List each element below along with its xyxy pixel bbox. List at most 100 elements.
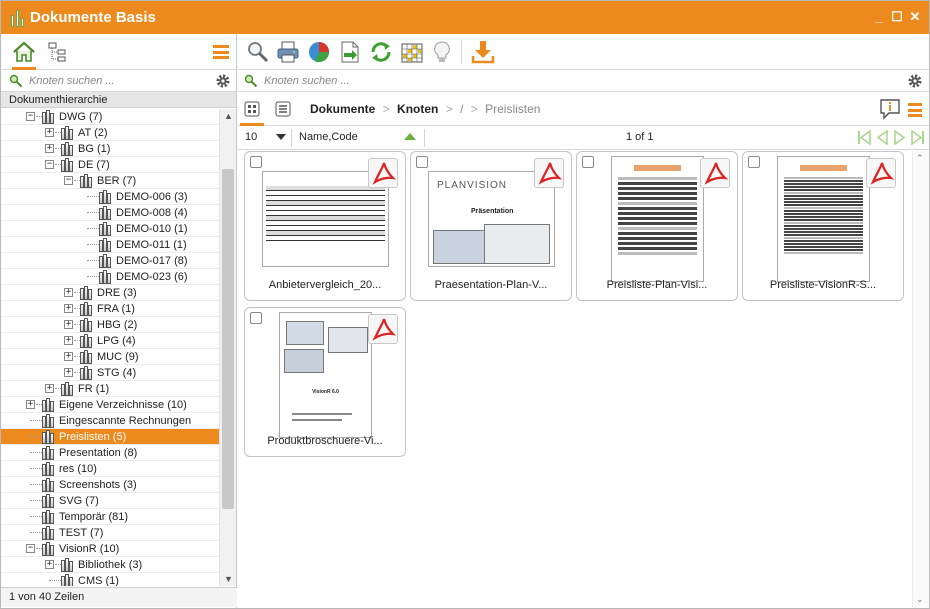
scroll-down-icon[interactable]: ⌄	[916, 594, 924, 605]
tree-node[interactable]: DEMO-008 (4)	[1, 205, 219, 221]
document-name[interactable]: Produktbroschuere-Vi...	[245, 435, 405, 447]
document-thumbnail[interactable]: VisionR 6.0	[279, 312, 372, 438]
breadcrumb-knoten[interactable]: Knoten	[397, 102, 438, 116]
tree-node[interactable]: DEMO-010 (1)	[1, 221, 219, 237]
tree-node[interactable]: + AT (2)	[1, 125, 219, 141]
tree-node[interactable]: res (10)	[1, 461, 219, 477]
tree-node[interactable]: Preislisten (5)	[1, 429, 219, 445]
expand-icon[interactable]: +	[64, 368, 73, 377]
sort-ascending-icon[interactable]	[404, 133, 416, 140]
document-card[interactable]: Preisliste-Plan-Visi...	[576, 151, 738, 301]
expand-icon[interactable]: +	[64, 336, 73, 345]
collapse-icon[interactable]: −	[64, 176, 73, 185]
select-checkbox[interactable]	[748, 156, 760, 168]
tree-search-input[interactable]	[29, 74, 199, 87]
tree-node[interactable]: + MUC (9)	[1, 349, 219, 365]
tree-node[interactable]: + STG (4)	[1, 365, 219, 381]
expand-icon[interactable]: +	[26, 400, 35, 409]
breadcrumb-root[interactable]: /	[460, 102, 463, 116]
document-card[interactable]: Anbietervergleich_20...	[244, 151, 406, 301]
export-icon[interactable]	[338, 40, 362, 64]
tree-node[interactable]: Screenshots (3)	[1, 477, 219, 493]
tree-node[interactable]: + Bibliothek (3)	[1, 557, 219, 573]
document-thumbnail[interactable]	[611, 156, 704, 282]
scroll-up-icon[interactable]: ⌃	[916, 153, 924, 164]
page-size-select[interactable]: 10	[245, 131, 257, 143]
download-icon[interactable]	[471, 40, 495, 64]
expand-icon[interactable]: +	[45, 560, 54, 569]
document-card[interactable]: PLANVISION Präsentation Praesentation-Plan…	[410, 151, 572, 301]
tree-node[interactable]: − BER (7)	[1, 173, 219, 189]
tree-node[interactable]: + HBG (2)	[1, 317, 219, 333]
tree-node[interactable]: Eingescannte Rechnungen	[1, 413, 219, 429]
tree-node[interactable]: TEST (7)	[1, 525, 219, 541]
tree-node[interactable]: Temporär (81)	[1, 509, 219, 525]
document-card[interactable]: Preisliste-VisionR-S...	[742, 151, 904, 301]
previous-page-icon[interactable]	[875, 129, 889, 146]
collapse-icon[interactable]: −	[45, 160, 54, 169]
first-page-icon[interactable]	[857, 129, 871, 146]
expand-icon[interactable]: +	[64, 352, 73, 361]
expand-icon[interactable]: +	[64, 304, 73, 313]
tree-view-button[interactable]	[44, 37, 72, 67]
tree-node[interactable]: SVG (7)	[1, 493, 219, 509]
sort-field-select[interactable]: Name,Code	[299, 131, 358, 143]
tree-node[interactable]: − VisionR (10)	[1, 541, 219, 557]
hamburger-menu-icon[interactable]	[213, 45, 229, 59]
tree-node[interactable]: + FRA (1)	[1, 301, 219, 317]
tree-node[interactable]: Presentation (8)	[1, 445, 219, 461]
chevron-down-icon[interactable]	[276, 134, 286, 140]
tree-node[interactable]: CMS (1)	[1, 573, 219, 586]
print-icon[interactable]	[276, 40, 300, 64]
gear-icon[interactable]	[907, 73, 923, 89]
refresh-icon[interactable]	[369, 40, 393, 64]
expand-icon[interactable]: +	[45, 384, 54, 393]
home-button[interactable]	[10, 37, 38, 70]
tree-node[interactable]: + LPG (4)	[1, 333, 219, 349]
chart-icon[interactable]	[307, 40, 331, 64]
tree-scrollbar[interactable]: ▲ ▼	[219, 109, 236, 586]
select-checkbox[interactable]	[250, 156, 262, 168]
expand-icon[interactable]: +	[64, 320, 73, 329]
select-checkbox[interactable]	[582, 156, 594, 168]
tree-node[interactable]: − DE (7)	[1, 157, 219, 173]
grid-icon[interactable]	[400, 40, 424, 64]
scroll-down-icon[interactable]: ▼	[224, 574, 233, 584]
document-name[interactable]: Anbietervergleich_20...	[245, 279, 405, 291]
select-checkbox[interactable]	[416, 156, 428, 168]
scroll-up-icon[interactable]: ▲	[224, 111, 233, 121]
document-scrollbar[interactable]: ⌃ ⌄	[912, 151, 928, 607]
gear-icon[interactable]	[215, 73, 231, 89]
tree-node[interactable]: + FR (1)	[1, 381, 219, 397]
tree-node[interactable]: + DRE (3)	[1, 285, 219, 301]
expand-icon[interactable]: +	[45, 144, 54, 153]
collapse-icon[interactable]: −	[26, 544, 35, 553]
document-card[interactable]: VisionR 6.0 Produktbroschuere-Vi...	[244, 307, 406, 457]
breadcrumb-dokumente[interactable]: Dokumente	[310, 102, 375, 116]
search-icon[interactable]	[246, 40, 270, 64]
expand-icon[interactable]: +	[64, 288, 73, 297]
tree-node[interactable]: + Eigene Verzeichnisse (10)	[1, 397, 219, 413]
select-checkbox[interactable]	[250, 312, 262, 324]
maximize-button[interactable]: ☐	[891, 9, 903, 23]
view-menu-icon[interactable]	[908, 103, 922, 117]
collapse-icon[interactable]: −	[26, 112, 35, 121]
document-name[interactable]: Preisliste-Plan-Visi...	[577, 279, 737, 291]
bulb-icon[interactable]	[430, 40, 454, 64]
tree-node[interactable]: DEMO-023 (6)	[1, 269, 219, 285]
minimize-button[interactable]: _	[873, 9, 885, 23]
tree-node[interactable]: DEMO-006 (3)	[1, 189, 219, 205]
document-thumbnail[interactable]	[777, 156, 870, 282]
tree-node[interactable]: DEMO-011 (1)	[1, 237, 219, 253]
next-page-icon[interactable]	[893, 129, 907, 146]
expand-icon[interactable]: +	[45, 128, 54, 137]
document-name[interactable]: Preisliste-VisionR-S...	[743, 279, 903, 291]
list-view-button[interactable]	[269, 96, 297, 122]
document-name[interactable]: Praesentation-Plan-V...	[411, 279, 571, 291]
scroll-thumb[interactable]	[222, 169, 234, 509]
tile-view-button[interactable]	[238, 96, 266, 126]
document-search-input[interactable]	[264, 75, 434, 87]
info-icon[interactable]	[879, 98, 901, 120]
last-page-icon[interactable]	[911, 129, 925, 146]
tree-node[interactable]: − DWG (7)	[1, 109, 219, 125]
